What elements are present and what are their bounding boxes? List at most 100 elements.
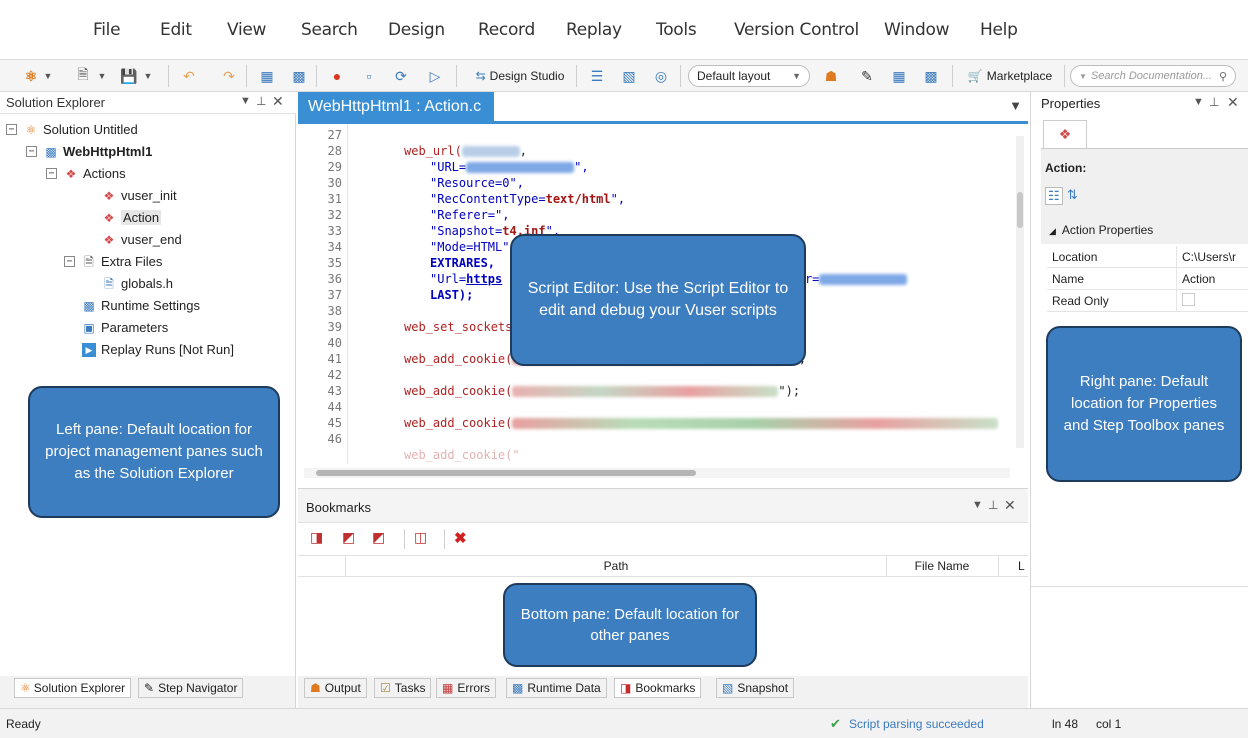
- pen-icon[interactable]: ✎: [856, 65, 878, 87]
- callout-bottom-pane: Bottom pane: Default location for other …: [503, 583, 757, 667]
- tree-actions[interactable]: − ❖ Actions: [46, 166, 126, 181]
- column-line[interactable]: L: [1018, 559, 1025, 573]
- tree-replay-runs[interactable]: ▶ Replay Runs [Not Run]: [82, 342, 234, 357]
- editor-hscrollbar[interactable]: [304, 468, 1010, 478]
- menu-file[interactable]: File: [93, 20, 121, 40]
- menu-version-control[interactable]: Version Control: [734, 20, 859, 40]
- line-number: 45: [327, 416, 342, 430]
- record-icon[interactable]: ●: [326, 65, 348, 87]
- bookmark-delete-icon[interactable]: ✖: [454, 529, 467, 547]
- solution-icon[interactable]: ⚛: [20, 65, 42, 87]
- redo-icon[interactable]: ↷: [218, 65, 240, 87]
- close-icon[interactable]: ✕: [1004, 497, 1016, 514]
- design-studio-button[interactable]: ⇆ Design Studio: [470, 65, 570, 87]
- marketplace-button[interactable]: 🛒 Marketplace: [960, 65, 1060, 87]
- bookmark-icon[interactable]: ☗: [820, 65, 842, 87]
- menu-window[interactable]: Window: [884, 20, 950, 40]
- pane-menu-icon[interactable]: ▼: [972, 499, 983, 511]
- menu-bar: File Edit View Search Design Record Repl…: [0, 0, 1248, 60]
- close-icon[interactable]: ✕: [272, 93, 284, 110]
- menu-edit[interactable]: Edit: [160, 20, 192, 40]
- tree-extra-files[interactable]: − 🗎 Extra Files: [64, 254, 162, 269]
- window-icon[interactable]: ▩: [920, 65, 942, 87]
- pin-icon[interactable]: ⊥: [256, 94, 266, 108]
- design-icon[interactable]: ▫: [358, 65, 380, 87]
- menu-tools[interactable]: Tools: [656, 20, 697, 40]
- properties-header: Properties ▼ ⊥ ✕: [1031, 92, 1248, 116]
- tab-snapshot[interactable]: ▧ Snapshot: [716, 678, 795, 698]
- tab-errors[interactable]: ▦ Errors: [436, 678, 497, 698]
- tree-runtime-settings[interactable]: ▩ Runtime Settings: [82, 298, 200, 313]
- chevron-down-icon[interactable]: ▼: [42, 65, 54, 87]
- tree-vuser-init[interactable]: ❖ vuser_init: [102, 188, 177, 203]
- close-icon[interactable]: ✕: [495, 97, 509, 117]
- new-script-icon[interactable]: 🗎: [72, 65, 94, 87]
- errors-icon: ▦: [442, 681, 454, 695]
- layout-select[interactable]: Default layout ▼: [688, 65, 810, 87]
- column-path[interactable]: Path: [346, 559, 886, 573]
- close-icon[interactable]: ✕: [1227, 94, 1239, 111]
- status-ready: Ready: [6, 717, 41, 731]
- play-icon[interactable]: ▷: [424, 65, 446, 87]
- chevron-down-icon[interactable]: ▼: [142, 65, 154, 87]
- chevron-down-icon[interactable]: ▼: [96, 65, 108, 87]
- menu-view[interactable]: View: [227, 20, 266, 40]
- status-bar: Ready ✔ Script parsing succeeded ln 48 c…: [0, 708, 1248, 738]
- line-number: 43: [327, 384, 342, 398]
- sort-az-icon[interactable]: ⇅: [1067, 187, 1078, 203]
- property-row[interactable]: Name Action: [1047, 268, 1248, 290]
- editor-vscrollbar[interactable]: [1016, 136, 1024, 448]
- file-icon: 🗎: [104, 276, 114, 291]
- list-icon[interactable]: ☰: [586, 65, 608, 87]
- tree-globals[interactable]: 🗎 globals.h: [102, 276, 173, 291]
- menu-design[interactable]: Design: [388, 20, 445, 40]
- tree-vuser-end[interactable]: ❖ vuser_end: [102, 232, 182, 247]
- line-number: 35: [327, 256, 342, 270]
- settings-icon: ▩: [83, 298, 95, 313]
- tab-tasks[interactable]: ☑ Tasks: [374, 678, 432, 698]
- property-row[interactable]: Read Only: [1047, 290, 1248, 312]
- tab-solution-explorer[interactable]: ⚛ Solution Explorer: [14, 678, 132, 698]
- pane-menu-icon[interactable]: ▼: [1193, 96, 1204, 108]
- bookmark-prev-icon[interactable]: ◩: [342, 529, 355, 546]
- column-file-name[interactable]: File Name: [886, 559, 998, 573]
- menu-record[interactable]: Record: [478, 20, 535, 40]
- pin-icon[interactable]: ⊥: [1209, 95, 1219, 109]
- snapshot-icon[interactable]: ▧: [618, 65, 640, 87]
- tab-bookmarks[interactable]: ◨ Bookmarks: [614, 678, 702, 698]
- menu-search[interactable]: Search: [301, 20, 358, 40]
- callout-script-editor: Script Editor: Use the Script Editor to …: [510, 234, 806, 366]
- runtime-settings-icon[interactable]: ▩: [288, 65, 310, 87]
- line-number: 31: [327, 192, 342, 206]
- tree-parameters[interactable]: ▣ Parameters: [82, 320, 168, 335]
- pane-menu-icon[interactable]: ▼: [240, 95, 251, 107]
- bookmark-next-icon[interactable]: ◩: [372, 529, 385, 546]
- property-row[interactable]: Location C:\Users\r: [1047, 246, 1248, 268]
- undo-icon[interactable]: ↶: [178, 65, 200, 87]
- tree-solution[interactable]: − ⚛ Solution Untitled: [6, 122, 138, 137]
- action-properties-tab[interactable]: ❖: [1043, 120, 1087, 148]
- action-properties-group[interactable]: ◢ Action Properties: [1049, 223, 1153, 237]
- line-number: 27: [327, 128, 342, 142]
- menu-help[interactable]: Help: [980, 20, 1018, 40]
- categorized-icon[interactable]: ☷: [1045, 187, 1063, 205]
- tab-runtime-data[interactable]: ▩ Runtime Data: [506, 678, 607, 698]
- tab-output[interactable]: ☗ Output: [304, 678, 367, 698]
- save-icon[interactable]: 💾: [118, 65, 140, 87]
- compile-icon[interactable]: ▦: [256, 65, 278, 87]
- search-documentation-input[interactable]: ▼ Search Documentation... ⚲: [1070, 65, 1236, 87]
- replay-icon[interactable]: ◎: [650, 65, 672, 87]
- tab-action-c[interactable]: WebHttpHtml1 : Action.c ✕: [298, 92, 509, 121]
- tree-script[interactable]: − ▩ WebHttpHtml1: [26, 144, 152, 159]
- bookmark-disable-icon[interactable]: ◫: [414, 529, 427, 546]
- tree-action[interactable]: ❖ Action: [102, 210, 162, 225]
- tab-step-navigator[interactable]: ✎ Step Navigator: [138, 678, 244, 698]
- pin-icon[interactable]: ⊥: [988, 498, 998, 512]
- read-only-checkbox[interactable]: [1182, 292, 1195, 306]
- menu-replay[interactable]: Replay: [566, 20, 622, 40]
- step-icon[interactable]: ⟳: [390, 65, 412, 87]
- grid-icon[interactable]: ▦: [888, 65, 910, 87]
- search-icon[interactable]: ⚲: [1219, 70, 1227, 83]
- bookmark-toggle-icon[interactable]: ◨: [310, 529, 323, 546]
- tab-list-icon[interactable]: ▼: [1009, 98, 1022, 113]
